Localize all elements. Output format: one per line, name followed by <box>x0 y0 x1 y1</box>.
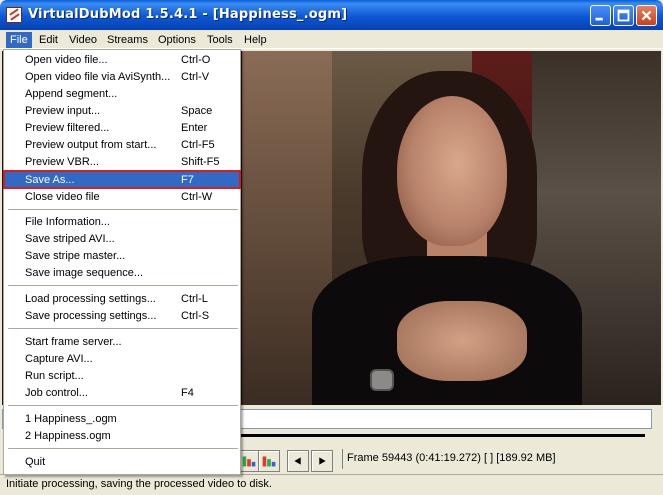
menu-bar: File Edit Video Streams Options Tools He… <box>0 30 663 49</box>
menu-item-job-control[interactable]: Job control... F4 <box>4 385 240 402</box>
frame-status: Frame 59443 (0:41:19.272) [ ] [189.92 MB… <box>342 449 642 469</box>
menu-item-save-as[interactable]: Save As... F7 <box>4 172 240 189</box>
menu-item-recent-2[interactable]: 2 Happiness.ogm <box>4 428 240 445</box>
menu-item-file-information[interactable]: File Information... <box>4 214 240 231</box>
menu-file[interactable]: File <box>6 32 32 48</box>
triangle-left-icon <box>294 457 301 465</box>
menu-item-recent-1[interactable]: 1 Happiness_.ogm <box>4 411 240 428</box>
window-title: VirtualDubMod 1.5.4.1 - [Happiness_.ogm] <box>28 7 348 22</box>
maximize-icon <box>617 9 630 22</box>
position-track <box>240 434 645 437</box>
close-icon <box>641 10 652 21</box>
menu-item-append-segment[interactable]: Append segment... <box>4 86 240 103</box>
menu-tools[interactable]: Tools <box>207 32 233 48</box>
menu-item-save-image-sequence[interactable]: Save image sequence... <box>4 265 240 282</box>
next-scene-button[interactable] <box>311 450 333 472</box>
menu-item-open-via-avisynth[interactable]: Open video file via AviSynth... Ctrl-V <box>4 69 240 86</box>
color-bars-icon <box>242 456 256 467</box>
menu-item-save-processing-settings[interactable]: Save processing settings... Ctrl-S <box>4 308 240 325</box>
menu-video[interactable]: Video <box>69 32 97 48</box>
menu-item-preview-filtered[interactable]: Preview filtered... Enter <box>4 120 240 137</box>
menu-item-preview-input[interactable]: Preview input... Space <box>4 103 240 120</box>
title-bar[interactable]: VirtualDubMod 1.5.4.1 - [Happiness_.ogm] <box>0 0 663 30</box>
menu-item-capture-avi[interactable]: Capture AVI... <box>4 351 240 368</box>
menu-edit[interactable]: Edit <box>39 32 58 48</box>
status-bar: Initiate processing, saving the processe… <box>0 474 663 495</box>
triangle-right-icon <box>319 457 326 465</box>
color-bars-icon <box>262 456 276 467</box>
menu-item-run-script[interactable]: Run script... <box>4 368 240 385</box>
keyframe-button[interactable] <box>258 450 280 472</box>
menu-options[interactable]: Options <box>158 32 196 48</box>
menu-item-close-video-file[interactable]: Close video file Ctrl-W <box>4 189 240 206</box>
menu-separator <box>8 405 238 407</box>
maximize-button[interactable] <box>613 5 634 26</box>
menu-item-open-video-file[interactable]: Open video file... Ctrl-O <box>4 52 240 69</box>
menu-item-save-striped-avi[interactable]: Save striped AVI... <box>4 231 240 248</box>
menu-item-preview-vbr[interactable]: Preview VBR... Shift-F5 <box>4 154 240 171</box>
minimize-button[interactable] <box>590 5 611 26</box>
menu-item-preview-output[interactable]: Preview output from start... Ctrl-F5 <box>4 137 240 154</box>
menu-item-start-frame-server[interactable]: Start frame server... <box>4 334 240 351</box>
prev-scene-button[interactable] <box>287 450 309 472</box>
status-text: Initiate processing, saving the processe… <box>6 478 272 490</box>
menu-item-save-stripe-master[interactable]: Save stripe master... <box>4 248 240 265</box>
menu-separator <box>8 328 238 330</box>
menu-separator <box>8 448 238 450</box>
menu-streams[interactable]: Streams <box>107 32 148 48</box>
minimize-icon <box>595 17 603 21</box>
file-menu-dropdown: Open video file... Ctrl-O Open video file… <box>3 49 241 475</box>
menu-item-quit[interactable]: Quit <box>4 454 240 471</box>
virtualdub-app-icon <box>6 7 22 23</box>
close-button[interactable] <box>636 5 657 26</box>
menu-separator <box>8 209 238 211</box>
mark-button[interactable] <box>238 450 260 472</box>
menu-help[interactable]: Help <box>244 32 267 48</box>
menu-separator <box>8 285 238 287</box>
menu-item-load-processing-settings[interactable]: Load processing settings... Ctrl-L <box>4 291 240 308</box>
